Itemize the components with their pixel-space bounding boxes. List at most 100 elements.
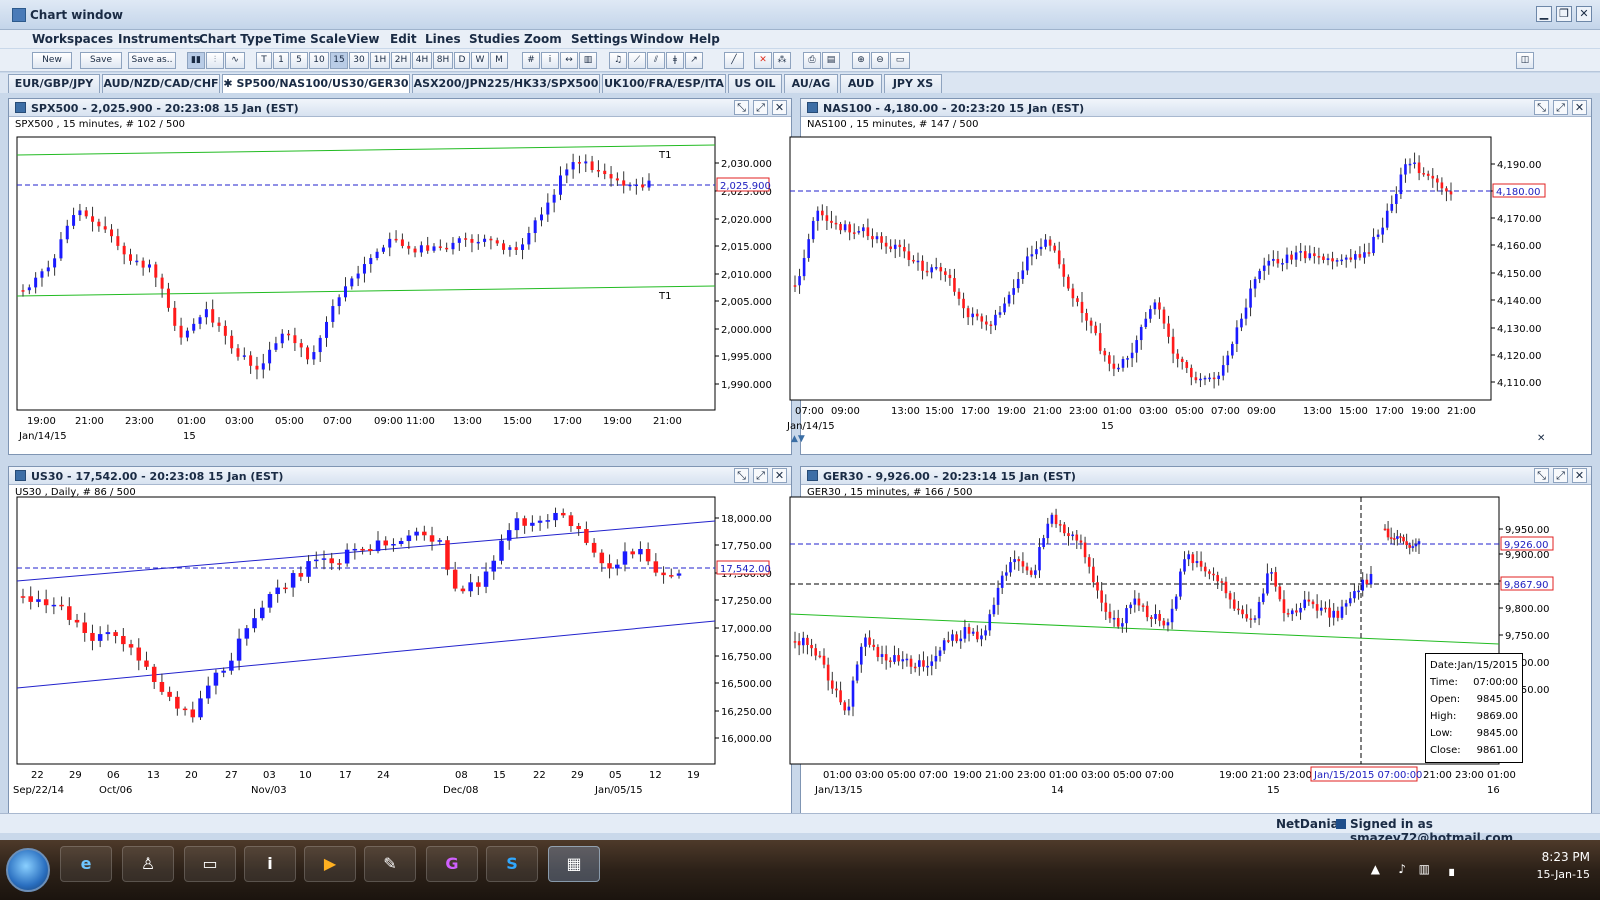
zoom-reset-icon[interactable]: ▭ [890, 52, 910, 69]
info-icon[interactable]: i [541, 52, 559, 69]
clock-time[interactable]: 8:23 PM [1536, 850, 1590, 864]
timeframe-button[interactable]: 4H [412, 52, 432, 69]
chart-pane-us30[interactable]: US30 - 17,542.00 - 20:23:08 15 Jan (EST)… [8, 466, 792, 821]
volume-icon[interactable]: ▥ [579, 52, 597, 69]
print-icon[interactable]: ⎙ [803, 52, 821, 69]
chart-pane-spx500[interactable]: SPX500 - 2,025.900 - 20:23:08 15 Jan (ES… [8, 98, 792, 455]
line-chart-icon[interactable]: ∿ [225, 52, 245, 69]
timeframe-button[interactable]: 10 [309, 52, 329, 69]
folder-icon[interactable]: ▭ [184, 846, 236, 882]
price-chart[interactable]: 2,030.0002,025.0002,020.0002,015.0002,01… [9, 99, 793, 456]
candle-body [1303, 251, 1307, 259]
tab-us-oil[interactable]: US OIL [728, 74, 782, 93]
menu-studies[interactable]: Studies [469, 32, 520, 46]
timeframe-button[interactable]: D [454, 52, 470, 69]
menu-view[interactable]: View [347, 32, 379, 46]
candlestick-icon[interactable]: ▮▮ [187, 52, 205, 69]
ohlc-bar-icon[interactable]: ⫶ [206, 52, 224, 69]
menu-help[interactable]: Help [689, 32, 720, 46]
internet-explorer-icon[interactable]: e [60, 846, 112, 882]
paint-icon[interactable]: ✎ [364, 846, 416, 882]
tab-jpy-xs[interactable]: JPY XS [884, 74, 942, 93]
menu-window[interactable]: Window [630, 32, 684, 46]
chart-pane-nas100[interactable]: NAS100 - 4,180.00 - 20:23:20 15 Jan (EST… [786, 98, 1593, 456]
price-chart[interactable]: 9,950.009,900.009,850.009,800.009,750.00… [789, 467, 1593, 822]
bell-icon[interactable]: ♫ [609, 52, 627, 69]
price-chart[interactable]: 4,190.00 4,180.00 4,170.00 4,160.00 4,150.00… [786, 99, 1593, 456]
tab-au-ag[interactable]: AU/AG [784, 74, 838, 93]
menu-edit[interactable]: Edit [390, 32, 417, 46]
menu-instruments[interactable]: Instruments [118, 32, 200, 46]
zoom-out-icon[interactable]: ⊖ [871, 52, 889, 69]
layout-icon[interactable]: ◫ [1516, 52, 1534, 69]
channel-icon[interactable]: ⫽ [647, 52, 665, 69]
arrow-icon[interactable]: ↗ [685, 52, 703, 69]
netdania-app-icon[interactable]: ▦ [548, 846, 600, 882]
menu-lines[interactable]: Lines [425, 32, 461, 46]
timeframe-button[interactable]: 5 [290, 52, 308, 69]
menu-settings[interactable]: Settings [571, 32, 628, 46]
x-tick-label: 19:00 [603, 416, 632, 427]
candle-body [267, 594, 273, 608]
timeframe-button[interactable]: M [490, 52, 508, 69]
timeframe-button[interactable]: 1H [370, 52, 390, 69]
tray-arrow-icon[interactable]: ▲ [1371, 862, 1380, 876]
pan-icon[interactable]: ↔ [560, 52, 578, 69]
pdf-icon[interactable]: G [426, 846, 478, 882]
tab-eur-gbp-jpy[interactable]: EUR/GBP/JPY [8, 74, 100, 93]
close-icon[interactable]: ✕ [1576, 6, 1592, 22]
delete-icon[interactable]: ✕ [754, 52, 772, 69]
timeframe-button[interactable]: 15 [330, 52, 348, 69]
timeframe-button[interactable]: 8H [433, 52, 453, 69]
info-app-icon[interactable]: i [244, 846, 296, 882]
timeframe-button[interactable]: 30 [349, 52, 369, 69]
chart-pane-ger30[interactable]: GER30 - 9,926.00 - 20:23:14 15 Jan (EST)… [789, 466, 1593, 822]
price-chart[interactable]: 18,000.0017,750.0017,500.0017,250.0017,0… [9, 467, 793, 822]
candle-body [413, 248, 417, 253]
delete-all-icon[interactable]: ⁂ [773, 52, 791, 69]
x-tick-label: 15 [493, 770, 506, 781]
timeframe-button[interactable]: T [256, 52, 272, 69]
candle-body [1057, 250, 1061, 265]
user-app-icon[interactable]: ♙ [122, 846, 174, 882]
speaker-icon[interactable]: ♪ [1398, 862, 1406, 876]
menu-time-scale[interactable]: Time Scale [273, 32, 346, 46]
tab-aud[interactable]: AUD [840, 74, 882, 93]
tab-sp500-nas100-us30-ger30[interactable]: ✱ SP500/NAS100/US30/GER30 [222, 74, 410, 93]
menu-chart-type[interactable]: Chart Type [199, 32, 272, 46]
new-button[interactable]: New [32, 52, 72, 69]
candle-body [843, 702, 847, 711]
grid-icon[interactable]: # [522, 52, 540, 69]
tab-aud-nzd-cad-chf[interactable]: AUD/NZD/CAD/CHF [102, 74, 220, 93]
y-tick-label: 4,120.00 [1497, 351, 1542, 362]
timeframe-button[interactable]: 2H [391, 52, 411, 69]
skype-icon[interactable]: S [486, 846, 538, 882]
candle-body [1426, 173, 1430, 176]
timeframe-button[interactable]: 1 [273, 52, 289, 69]
signal-icon[interactable]: ▗ [1445, 862, 1454, 876]
start-button[interactable] [6, 848, 50, 892]
trend-line-icon[interactable]: ⟋ [628, 52, 646, 69]
candle-body [1126, 358, 1129, 360]
network-icon[interactable]: ▥ [1419, 862, 1430, 876]
candle-body [1067, 533, 1070, 537]
media-player-icon[interactable]: ▶ [304, 846, 356, 882]
timeframe-button[interactable]: W [471, 52, 489, 69]
candle-body [422, 531, 427, 536]
save-button[interactable]: Save [80, 52, 122, 69]
menu-zoom[interactable]: Zoom [524, 32, 562, 46]
zoom-in-icon[interactable]: ⊕ [852, 52, 870, 69]
restore-icon[interactable]: ❐ [1556, 6, 1572, 22]
minimize-icon[interactable]: ▁ [1536, 6, 1552, 22]
fib-icon[interactable]: ǂ [666, 52, 684, 69]
tab-asx200-jpn225-hk33-spx500[interactable]: ASX200/JPN225/HK33/SPX500 [412, 74, 600, 93]
print-preview-icon[interactable]: ▤ [822, 52, 840, 69]
save-as-button[interactable]: Save as.. [128, 52, 176, 69]
tab-uk100-fra-esp-ita[interactable]: UK100/FRA/ESP/ITA [602, 74, 726, 93]
candle-body [470, 238, 474, 243]
candle-body [889, 246, 892, 249]
draw-line-icon[interactable]: ╱ [724, 52, 744, 69]
candle-body [1026, 256, 1029, 271]
candle-body [630, 551, 635, 555]
menu-workspaces[interactable]: Workspaces [32, 32, 113, 46]
